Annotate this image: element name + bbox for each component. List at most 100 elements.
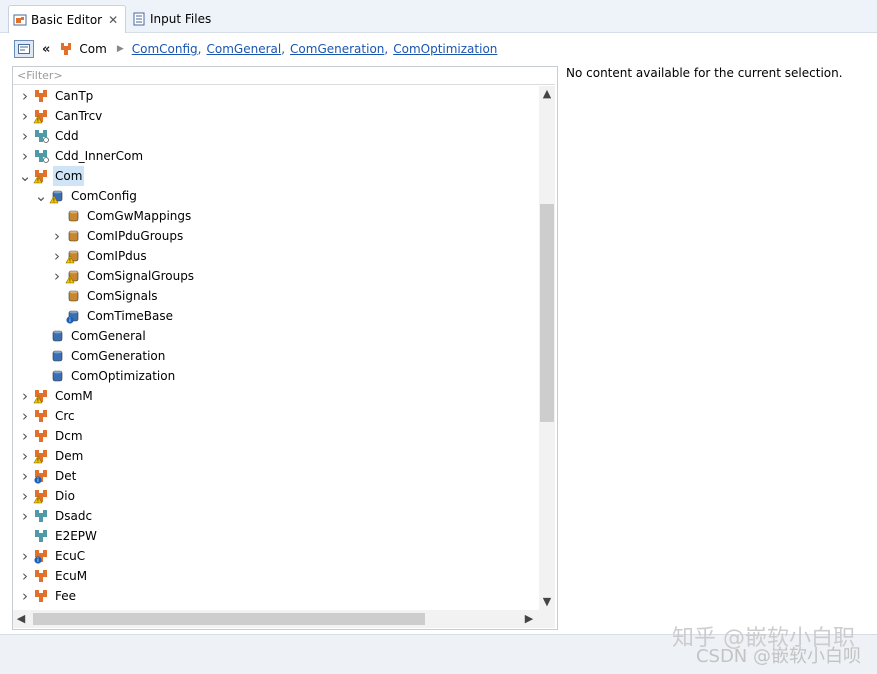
scroll-left-icon[interactable]: ◀ — [13, 610, 29, 628]
chevron-right-icon[interactable]: › — [19, 146, 31, 166]
tree-item[interactable]: ComGwMappings — [51, 206, 193, 226]
tree-item[interactable]: › Dsadc — [19, 506, 94, 526]
close-icon[interactable]: ✕ — [108, 13, 118, 27]
svg-text:!: ! — [69, 277, 71, 284]
tree-item[interactable]: ›! ComIPdus — [51, 246, 149, 266]
scroll-right-icon[interactable]: ▶ — [521, 610, 537, 628]
module-warning-icon: ! — [33, 390, 47, 404]
filter-input[interactable]: <Filter> — [13, 67, 555, 85]
tab-input-files[interactable]: Input Files — [128, 5, 228, 32]
tree-item[interactable]: E2EPW — [19, 526, 99, 546]
horizontal-scrollbar[interactable]: ◀ ▶ — [13, 610, 539, 628]
chevron-right-icon[interactable]: › — [19, 566, 31, 586]
svg-text:!: ! — [53, 197, 55, 204]
chevron-right-icon[interactable]: › — [19, 86, 31, 106]
chevron-right-icon[interactable]: › — [51, 246, 63, 266]
scrollbar-corner — [539, 610, 555, 628]
tree-item[interactable]: › i EcuC — [19, 546, 87, 566]
breadcrumb-link-comoptimization[interactable]: ComOptimization — [393, 42, 497, 56]
chevron-right-icon[interactable]: › — [19, 386, 31, 406]
breadcrumb-link-comconfig[interactable]: ComConfig — [132, 42, 198, 56]
svg-text:!: ! — [37, 397, 39, 404]
tree-item[interactable]: › Cdd_InnerCom — [19, 146, 145, 166]
tree-item[interactable]: › Cdd — [19, 126, 81, 146]
module-icon — [35, 590, 47, 602]
back-double-chevron-icon[interactable]: « — [42, 42, 50, 57]
tree-item-label: ComSignalGroups — [87, 269, 195, 283]
vertical-scrollbar[interactable]: ▲ ▼ — [539, 86, 555, 610]
container-icon — [52, 350, 63, 362]
tree-item[interactable]: i ComTimeBase — [51, 306, 175, 326]
container-list-warning-icon: ! — [65, 270, 79, 284]
tree-item[interactable]: › CanTp — [19, 86, 95, 106]
chevron-right-icon[interactable]: › — [19, 126, 31, 146]
tree-item-label: CanTp — [55, 89, 94, 103]
chevron-right-icon[interactable]: › — [19, 486, 31, 506]
scrollbar-thumb[interactable] — [33, 613, 425, 625]
tree-item[interactable]: › Dcm — [19, 426, 85, 446]
tree-item[interactable]: ComGeneral — [35, 326, 148, 346]
view-toggle-button[interactable] — [14, 40, 34, 58]
cdd-module-icon — [35, 150, 49, 163]
tree-item[interactable]: › Crc — [19, 406, 77, 426]
tree-item[interactable]: › Fee — [19, 586, 78, 606]
chevron-right-icon[interactable]: › — [19, 106, 31, 126]
svg-text:!: ! — [37, 117, 39, 124]
container-list-warning-icon: ! — [65, 250, 79, 264]
content-message: No content available for the current sel… — [566, 66, 843, 80]
breadcrumb-link-comgeneration[interactable]: ComGeneration — [290, 42, 384, 56]
breadcrumb-separator: , — [197, 42, 202, 56]
tree-item[interactable]: ›! Dio — [19, 486, 77, 506]
tree-item-label: Cdd — [55, 129, 79, 143]
chevron-right-icon[interactable]: › — [19, 406, 31, 426]
tree-item[interactable]: ›! ComSignalGroups — [51, 266, 196, 286]
tree-item[interactable]: ComGeneration — [35, 346, 167, 366]
chevron-right-icon[interactable]: › — [19, 506, 31, 526]
container-icon — [52, 370, 63, 382]
breadcrumb-separator: , — [384, 42, 389, 56]
module-warning-icon: ! — [33, 170, 47, 184]
scroll-up-icon[interactable]: ▲ — [539, 86, 555, 102]
tree-item[interactable]: ComSignals — [51, 286, 160, 306]
svg-text:!: ! — [37, 177, 39, 184]
tree-item-label: ComIPduGroups — [87, 229, 184, 243]
tree-item[interactable]: ›! CanTrcv — [19, 106, 104, 126]
tree-item-label: ComConfig — [71, 189, 137, 203]
module-info-icon: i — [34, 550, 47, 564]
tab-basic-editor[interactable]: Basic Editor ✕ — [8, 5, 126, 33]
scrollbar-thumb[interactable] — [540, 204, 554, 422]
chevron-right-icon[interactable]: › — [51, 226, 63, 246]
tree-item[interactable]: › EcuM — [19, 566, 89, 586]
chevron-right-icon[interactable]: › — [19, 586, 31, 606]
tree-item[interactable]: ⌄! Com — [19, 166, 85, 186]
tree-item-label: Cdd_InnerCom — [55, 149, 144, 163]
chevron-down-icon[interactable]: ⌄ — [35, 186, 48, 206]
tree-item-label: ComTimeBase — [87, 309, 173, 323]
svg-text:!: ! — [37, 497, 39, 504]
breadcrumb-root[interactable]: Com — [79, 42, 106, 56]
chevron-right-icon[interactable]: › — [19, 446, 31, 466]
container-info-icon: i — [66, 310, 79, 324]
tree-item-label: ComGeneral — [71, 329, 146, 343]
scroll-down-icon[interactable]: ▼ — [539, 594, 555, 610]
breadcrumb-link-comgeneral[interactable]: ComGeneral — [207, 42, 282, 56]
chevron-right-icon[interactable]: › — [51, 266, 63, 286]
tab-label: Basic Editor — [31, 12, 103, 27]
tree-item-label: E2EPW — [55, 529, 97, 543]
tree-item[interactable]: › ComIPduGroups — [51, 226, 185, 246]
tree-item[interactable]: › i Det — [19, 466, 78, 486]
tree-item[interactable]: ComOptimization — [35, 366, 177, 386]
tree-item[interactable]: ⌄! ComConfig — [35, 186, 139, 206]
chevron-right-icon[interactable]: › — [19, 426, 31, 446]
chevron-right-icon[interactable]: › — [19, 466, 31, 486]
tree-item[interactable]: ›! ComM — [19, 386, 95, 406]
tree-item-label: EcuC — [55, 549, 86, 563]
chevron-right-icon[interactable]: › — [19, 546, 31, 566]
chevron-down-icon[interactable]: ⌄ — [19, 166, 32, 186]
tree-item-label: Dcm — [55, 429, 83, 443]
tree-item-label: Fee — [55, 589, 77, 603]
tree-item[interactable]: ›! Dem — [19, 446, 85, 466]
container-list-icon — [68, 290, 79, 302]
